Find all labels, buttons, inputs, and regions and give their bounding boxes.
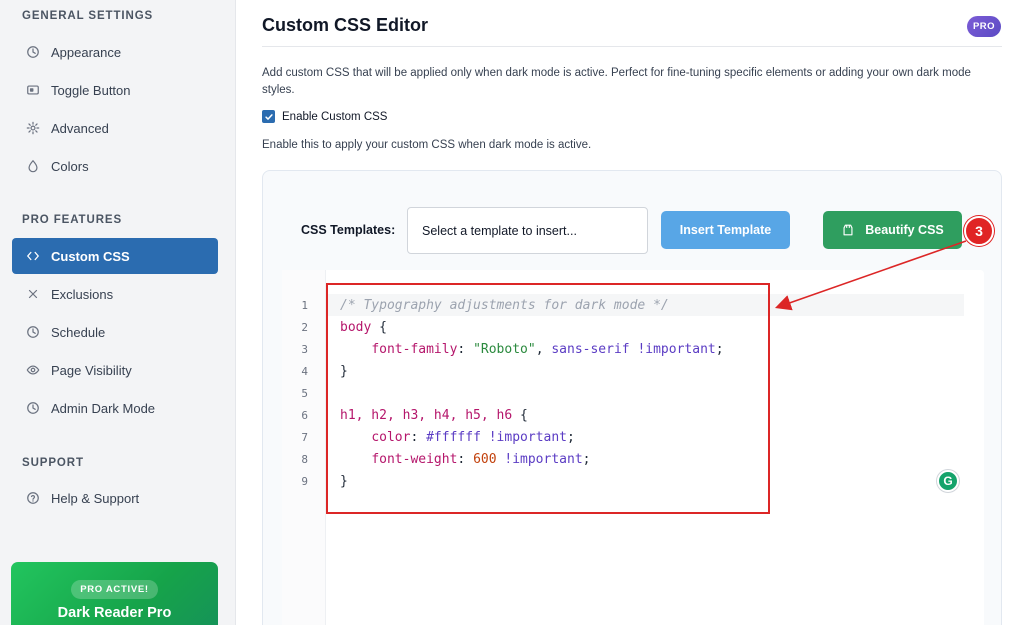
sidebar-item-label: Advanced bbox=[51, 120, 109, 136]
sidebar-item-schedule[interactable]: Schedule bbox=[12, 314, 218, 350]
line-number: 7 bbox=[301, 431, 308, 444]
sidebar-item-appearance[interactable]: Appearance bbox=[12, 34, 218, 70]
beautify-css-button[interactable]: Beautify CSS bbox=[823, 211, 962, 249]
sidebar-item-help-support[interactable]: Help & Support bbox=[12, 480, 218, 516]
sidebar-item-label: Help & Support bbox=[51, 490, 140, 506]
sidebar-item-toggle-button[interactable]: Toggle Button bbox=[12, 72, 218, 108]
line-number: 4 bbox=[301, 365, 308, 378]
sidebar-item-label: Exclusions bbox=[51, 286, 114, 302]
page-description: Add custom CSS that will be applied only… bbox=[262, 67, 971, 96]
css-templates-label: CSS Templates: bbox=[301, 223, 396, 237]
checkmark-icon bbox=[264, 113, 273, 120]
enable-custom-css-row[interactable]: Enable Custom CSS bbox=[262, 110, 387, 123]
help-circle-icon bbox=[26, 491, 40, 505]
sidebar-item-label: Appearance bbox=[51, 44, 122, 60]
sidebar-item-page-visibility[interactable]: Page Visibility bbox=[12, 352, 218, 388]
toggle-icon bbox=[26, 83, 40, 97]
gear-icon bbox=[26, 121, 40, 135]
clock-icon bbox=[26, 401, 40, 415]
clock-icon bbox=[26, 45, 40, 59]
sidebar-item-advanced[interactable]: Advanced bbox=[12, 110, 218, 146]
sidebar-item-custom-css[interactable]: Custom CSS bbox=[12, 238, 218, 274]
page-title: Custom CSS Editor bbox=[262, 15, 429, 35]
line-number: 8 bbox=[301, 453, 308, 466]
x-icon bbox=[26, 287, 40, 301]
section-title-pro: PRO FEATURES bbox=[22, 214, 123, 226]
step-number-badge: 3 bbox=[964, 216, 994, 246]
clock-icon bbox=[26, 325, 40, 339]
code-icon bbox=[26, 249, 40, 263]
sidebar-item-label: Schedule bbox=[51, 324, 106, 340]
sidebar: GENERAL SETTINGS Appearance Toggle Butto… bbox=[0, 0, 236, 625]
enable-custom-css-checkbox[interactable] bbox=[262, 110, 275, 123]
sidebar-item-label: Page Visibility bbox=[51, 362, 132, 378]
sidebar-item-label: Colors bbox=[51, 158, 89, 174]
droplet-icon bbox=[26, 159, 40, 173]
line-number: 2 bbox=[301, 321, 308, 334]
insert-template-button[interactable]: Insert Template bbox=[661, 211, 790, 249]
grammarly-icon[interactable]: G bbox=[937, 470, 959, 492]
beautify-css-label: Beautify CSS bbox=[865, 223, 944, 237]
wand-icon bbox=[843, 224, 853, 236]
line-number: 1 bbox=[301, 299, 308, 312]
enable-help-text: Enable this to apply your custom CSS whe… bbox=[262, 139, 592, 151]
sidebar-item-colors[interactable]: Colors bbox=[12, 148, 218, 184]
section-title-general: GENERAL SETTINGS bbox=[22, 10, 154, 22]
annotation-highlight-box bbox=[326, 283, 770, 514]
template-select[interactable]: Select a template to insert... bbox=[407, 207, 648, 254]
sidebar-item-label: Admin Dark Mode bbox=[51, 400, 156, 416]
line-number: 6 bbox=[301, 409, 308, 422]
line-number: 9 bbox=[301, 475, 308, 488]
line-number: 5 bbox=[301, 387, 308, 400]
pro-badge: PRO bbox=[967, 16, 1001, 37]
sidebar-item-admin-dark-mode[interactable]: Admin Dark Mode bbox=[12, 390, 218, 426]
sidebar-item-label: Custom CSS bbox=[51, 248, 130, 264]
enable-custom-css-label: Enable Custom CSS bbox=[282, 110, 388, 123]
pro-active-badge: PRO ACTIVE! bbox=[71, 580, 158, 599]
product-name: Dark Reader Pro bbox=[57, 605, 172, 621]
sidebar-item-label: Toggle Button bbox=[51, 82, 131, 98]
line-number: 3 bbox=[301, 343, 308, 356]
eye-icon bbox=[26, 363, 40, 377]
section-title-support: SUPPORT bbox=[22, 457, 84, 469]
sidebar-item-exclusions[interactable]: Exclusions bbox=[12, 276, 218, 312]
title-divider bbox=[262, 46, 1002, 47]
pro-status-card: PRO ACTIVE! Dark Reader Pro bbox=[11, 562, 218, 625]
